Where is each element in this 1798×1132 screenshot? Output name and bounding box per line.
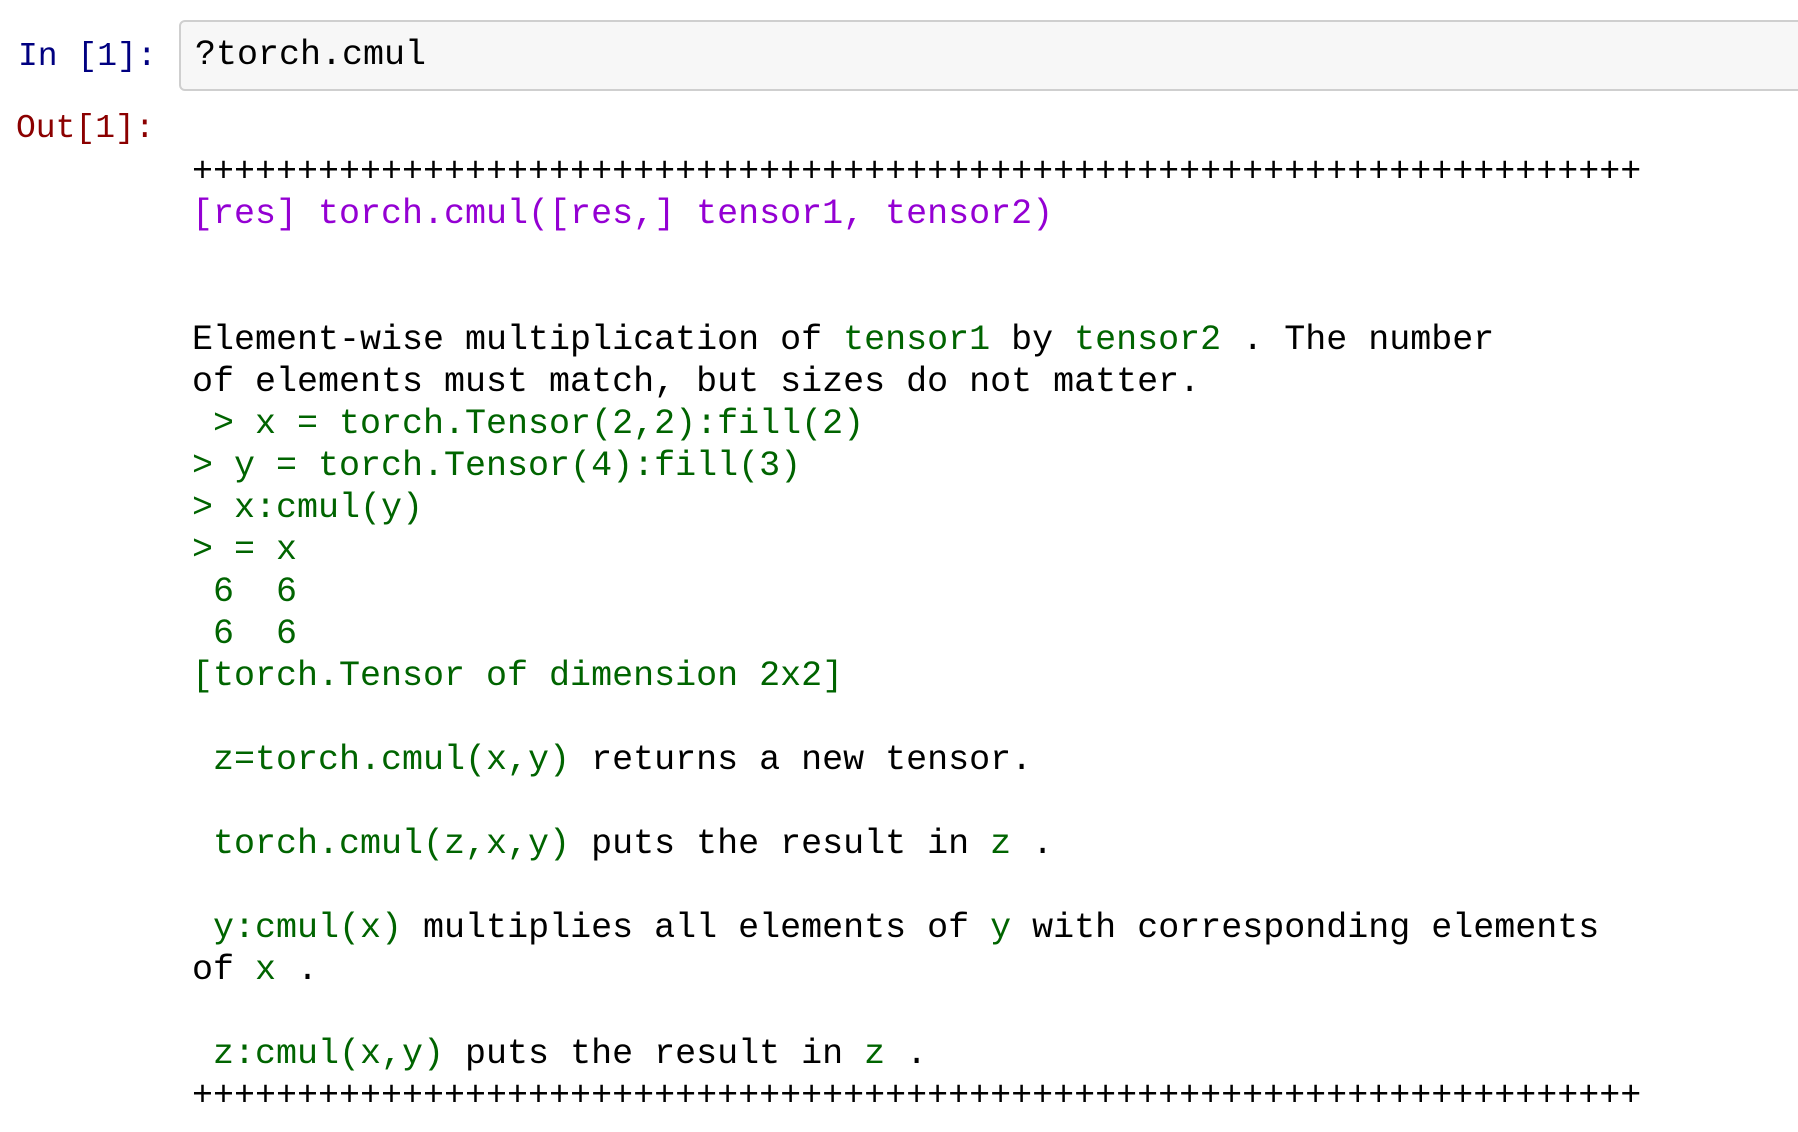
doc-text: Element-wise multiplication of — [192, 320, 844, 360]
output-line: torch.cmul(z,x,y) puts the result in z . — [192, 823, 1641, 865]
code-text: torch.cmul(z,x,y) — [192, 824, 571, 864]
output-line: 6 6 — [192, 571, 1641, 613]
code-text: > x:cmul(y) — [192, 488, 424, 528]
code-text: [torch.Tensor of dimension 2x2] — [192, 656, 844, 696]
output-line: [torch.Tensor of dimension 2x2] — [192, 655, 1641, 697]
doc-text: ++++++++++++++++++++++++++++++++++++++++… — [192, 1076, 1642, 1116]
code-text: y:cmul(x) — [192, 908, 403, 948]
code-text: 6 6 — [192, 572, 298, 612]
doc-text: with corresponding elements — [1011, 908, 1600, 948]
doc-text: by — [990, 320, 1075, 360]
code-input-text[interactable]: ?torch.cmul — [195, 34, 426, 76]
output-line: ++++++++++++++++++++++++++++++++++++++++… — [192, 151, 1641, 193]
output-line: z:cmul(x,y) puts the result in z . — [192, 1033, 1641, 1075]
help-output: ++++++++++++++++++++++++++++++++++++++++… — [192, 151, 1641, 1117]
output-prompt: Out[1]: — [16, 110, 155, 147]
output-line: z=torch.cmul(x,y) returns a new tensor. — [192, 739, 1641, 781]
doc-text: returns a new tensor. — [570, 740, 1033, 780]
doc-text: ++++++++++++++++++++++++++++++++++++++++… — [192, 152, 1642, 192]
output-line: > x:cmul(y) — [192, 487, 1641, 529]
output-line: of x . — [192, 949, 1641, 991]
code-text: > y = torch.Tensor(4):fill(3) — [192, 446, 802, 486]
output-line: ++++++++++++++++++++++++++++++++++++++++… — [192, 1075, 1641, 1117]
input-prompt: In [1]: — [18, 38, 157, 75]
code-text: > x = torch.Tensor(2,2):fill(2) — [192, 404, 865, 444]
code-text: z — [864, 1034, 886, 1074]
doc-text: . — [1011, 824, 1054, 864]
doc-text: . — [276, 950, 319, 990]
code-input-cell[interactable]: ?torch.cmul — [179, 20, 1798, 91]
doc-text: puts the result in — [570, 824, 991, 864]
code-text: z:cmul(x,y) — [192, 1034, 445, 1074]
output-line: 6 6 — [192, 613, 1641, 655]
code-text: z — [990, 824, 1012, 864]
output-line: [res] torch.cmul([res,] tensor1, tensor2… — [192, 193, 1641, 235]
doc-text: puts the result in — [444, 1034, 865, 1074]
code-text: > = x — [192, 530, 298, 570]
doc-text: . The number — [1221, 320, 1495, 360]
output-line: of elements must match, but sizes do not… — [192, 361, 1641, 403]
output-line: > x = torch.Tensor(2,2):fill(2) — [192, 403, 1641, 445]
doc-text: multiplies all elements of — [402, 908, 991, 948]
doc-text: of elements must match, but sizes do not… — [192, 362, 1201, 402]
doc-text: . — [885, 1034, 928, 1074]
code-text: tensor1 — [843, 320, 991, 360]
code-text: z=torch.cmul(x,y) — [192, 740, 571, 780]
signature-text: [res] torch.cmul([res,] tensor1, tensor2… — [192, 194, 1054, 234]
doc-text: of — [192, 950, 256, 990]
output-line: > = x — [192, 529, 1641, 571]
output-line: y:cmul(x) multiplies all elements of y w… — [192, 907, 1641, 949]
code-text: tensor2 — [1074, 320, 1222, 360]
code-text: x — [255, 950, 277, 990]
output-line: > y = torch.Tensor(4):fill(3) — [192, 445, 1641, 487]
output-line: Element-wise multiplication of tensor1 b… — [192, 319, 1641, 361]
code-text: y — [990, 908, 1012, 948]
code-text: 6 6 — [192, 614, 298, 654]
